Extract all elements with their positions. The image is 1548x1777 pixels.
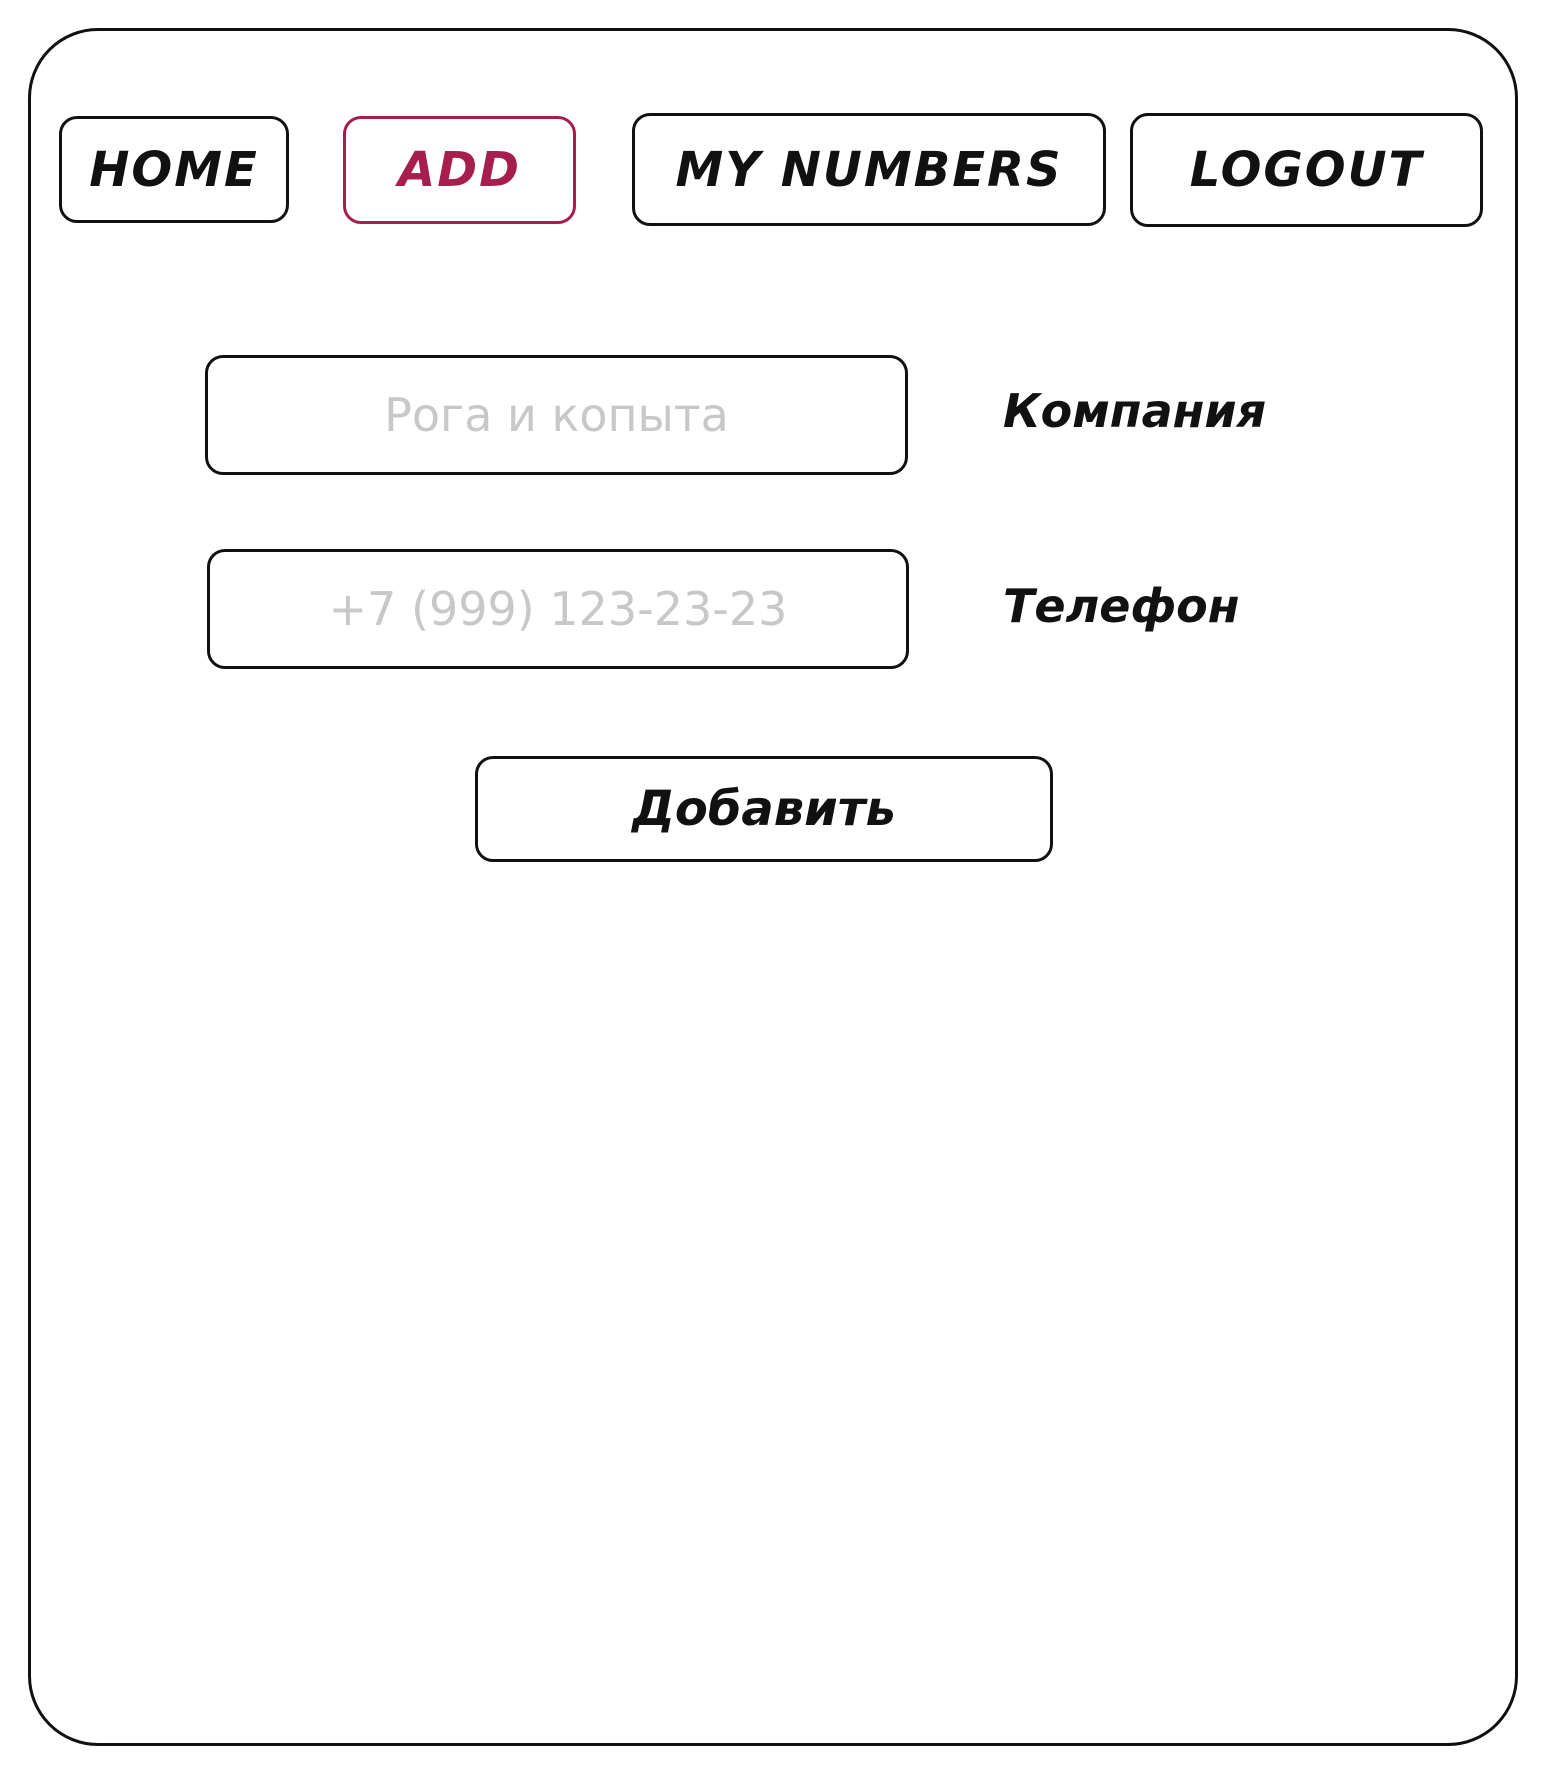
phone-label: Телефон [1003,579,1240,633]
nav-add-button[interactable]: ADD [343,116,576,224]
nav-my-numbers-button[interactable]: MY NUMBERS [632,113,1106,226]
add-submit-button[interactable]: Добавить [475,756,1053,862]
app-window [28,28,1518,1746]
nav-logout-button[interactable]: LOGOUT [1130,113,1483,227]
phone-input[interactable] [207,549,909,669]
company-label: Компания [1003,384,1267,438]
company-input[interactable] [205,355,908,475]
nav-home-button[interactable]: HOME [59,116,289,223]
